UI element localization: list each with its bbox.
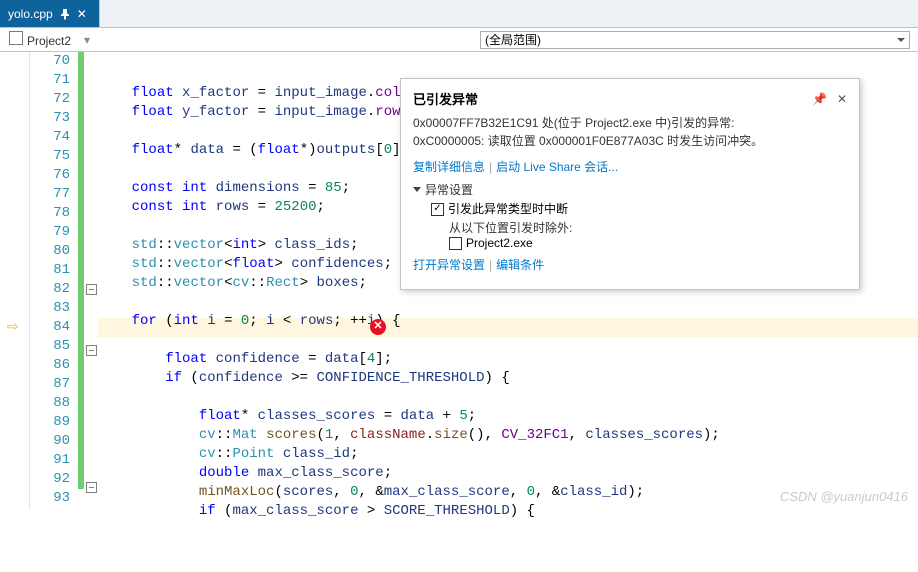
line-number: 74 <box>30 128 70 147</box>
line-number: 85 <box>30 337 70 356</box>
code-line[interactable] <box>98 521 918 540</box>
code-line[interactable]: double max_class_score; <box>98 464 918 483</box>
exclude-project-checkbox[interactable]: Project2.exe <box>449 236 847 250</box>
line-number: 83 <box>30 299 70 318</box>
code-line[interactable]: cv::Mat scores(1, className.size(), CV_3… <box>98 426 918 445</box>
glyph-margin: ⇨ <box>0 52 30 510</box>
tab-yolo-cpp[interactable]: yolo.cpp ✕ <box>0 0 100 27</box>
line-number: 91 <box>30 451 70 470</box>
error-icon[interactable]: ✕ <box>370 319 386 335</box>
watermark: CSDN @yuanjun0416 <box>780 489 908 504</box>
tooltip-title: 已引发异常 <box>413 89 478 108</box>
code-line[interactable] <box>98 388 918 407</box>
chevron-down-icon <box>897 38 905 42</box>
project-icon <box>9 31 23 45</box>
line-number: 88 <box>30 394 70 413</box>
code-line[interactable]: float confidence = data[4]; <box>98 350 918 369</box>
line-number: 75 <box>30 147 70 166</box>
copy-details-link[interactable]: 复制详细信息 <box>413 160 485 174</box>
line-number: 80 <box>30 242 70 261</box>
line-number: 89 <box>30 413 70 432</box>
code-line[interactable]: float* classes_scores = data + 5; <box>98 407 918 426</box>
line-number: 77 <box>30 185 70 204</box>
break-on-type-checkbox[interactable]: ✓引发此异常类型时中断 <box>431 200 847 217</box>
fold-icon[interactable] <box>86 345 97 356</box>
breadcrumb-project[interactable]: Project2 <box>4 29 76 50</box>
exception-tooltip: 已引发异常 📌 ✕ 0x00007FF7B32E1C91 处(位于 Projec… <box>400 78 860 290</box>
code-line[interactable]: if (confidence >= CONFIDENCE_THRESHOLD) … <box>98 369 918 388</box>
line-number: 84 <box>30 318 70 337</box>
live-share-link[interactable]: 启动 Live Share 会话... <box>496 160 618 174</box>
exception-settings-expander[interactable]: 异常设置 <box>413 181 847 198</box>
tab-label: yolo.cpp <box>8 7 53 21</box>
open-exception-settings-link[interactable]: 打开异常设置 <box>413 258 485 272</box>
separator-icon: ▾ <box>84 33 90 47</box>
line-number: 76 <box>30 166 70 185</box>
edit-conditions-link[interactable]: 编辑条件 <box>496 258 544 272</box>
current-line-arrow-icon: ⇨ <box>7 319 19 336</box>
line-number: 79 <box>30 223 70 242</box>
fold-icon[interactable] <box>86 482 97 493</box>
fold-icon[interactable] <box>86 284 97 295</box>
code-line[interactable]: cv::Point class_id; <box>98 445 918 464</box>
line-number: 87 <box>30 375 70 394</box>
line-number: 81 <box>30 261 70 280</box>
line-number: 93 <box>30 489 70 508</box>
code-line[interactable]: for (int i = 0; i < rows; ++i) { <box>98 312 918 331</box>
line-number: 72 <box>30 90 70 109</box>
line-number: 73 <box>30 109 70 128</box>
code-line[interactable]: if (max_class_score > SCORE_THRESHOLD) { <box>98 502 918 521</box>
line-number: 92 <box>30 470 70 489</box>
line-numbers: 7071727374757677787980818283848586878889… <box>30 52 78 510</box>
line-number: 90 <box>30 432 70 451</box>
scope-dropdown[interactable]: (全局范围) <box>480 31 910 49</box>
line-number: 82 <box>30 280 70 299</box>
code-line[interactable] <box>98 293 918 312</box>
pin-icon[interactable] <box>59 8 71 20</box>
line-number: 78 <box>30 204 70 223</box>
tooltip-body: 0x00007FF7B32E1C91 处(位于 Project2.exe 中)引… <box>413 114 847 150</box>
line-number: 70 <box>30 52 70 71</box>
line-number: 86 <box>30 356 70 375</box>
close-icon[interactable]: ✕ <box>837 92 847 106</box>
close-icon[interactable]: ✕ <box>77 7 91 21</box>
tab-bar: yolo.cpp ✕ <box>0 0 918 28</box>
fold-gutter <box>84 52 98 510</box>
line-number: 71 <box>30 71 70 90</box>
breadcrumb-bar: Project2 ▾ (全局范围) <box>0 28 918 52</box>
pin-icon[interactable]: 📌 <box>812 92 827 106</box>
code-line[interactable] <box>98 331 918 350</box>
expand-icon <box>413 187 421 192</box>
